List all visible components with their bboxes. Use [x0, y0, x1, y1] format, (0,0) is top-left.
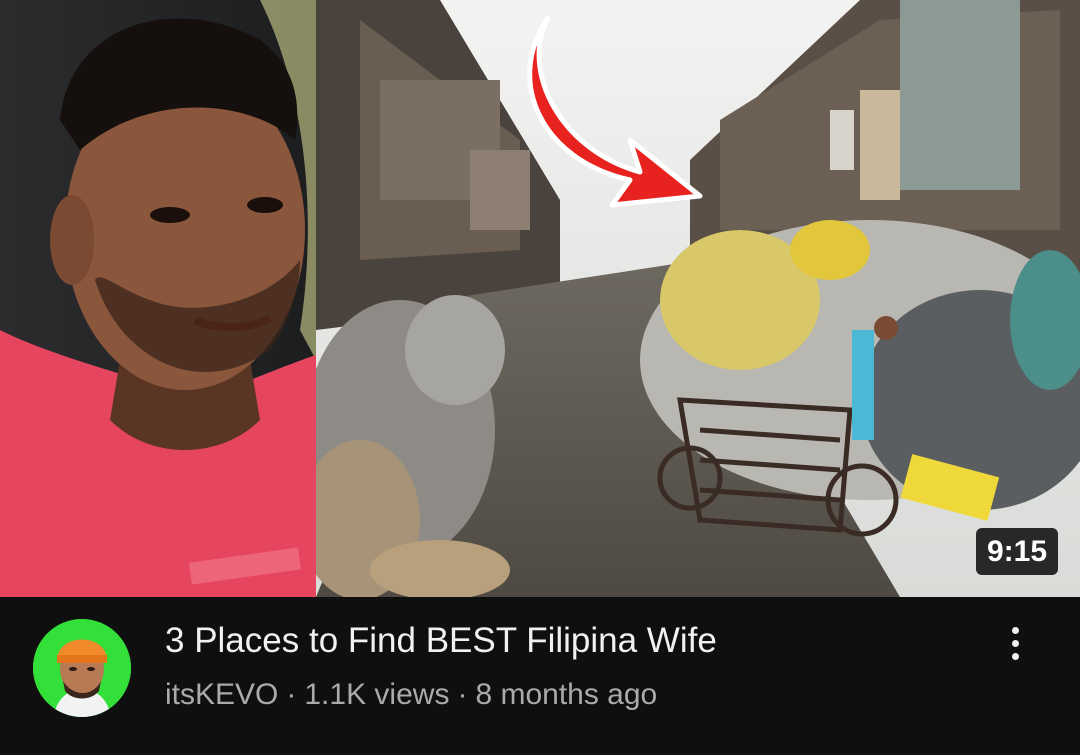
more-vert-icon [1012, 640, 1019, 647]
channel-avatar-icon [33, 619, 131, 717]
video-duration-badge: 9:15 [975, 528, 1058, 575]
thumbnail-image [0, 0, 1080, 597]
channel-name[interactable]: itsKEVO [165, 675, 278, 715]
separator: · [286, 678, 297, 711]
video-metadata: itsKEVO · 1.1K views · 8 months ago [165, 675, 657, 715]
video-meta-row: 3 Places to Find BEST Filipina Wife itsK… [0, 597, 1080, 755]
video-card[interactable]: 9:15 3 Places to Find BEST Filipina Wife… [0, 0, 1080, 755]
more-vert-icon [1012, 627, 1019, 634]
more-vert-icon [1012, 653, 1019, 660]
more-options-button[interactable] [998, 619, 1034, 667]
video-title[interactable]: 3 Places to Find BEST Filipina Wife [165, 619, 965, 663]
channel-avatar[interactable] [33, 619, 131, 717]
video-thumbnail[interactable]: 9:15 [0, 0, 1080, 597]
view-count: 1.1K views [304, 678, 450, 711]
separator: · [457, 678, 468, 711]
upload-age: 8 months ago [475, 678, 658, 711]
